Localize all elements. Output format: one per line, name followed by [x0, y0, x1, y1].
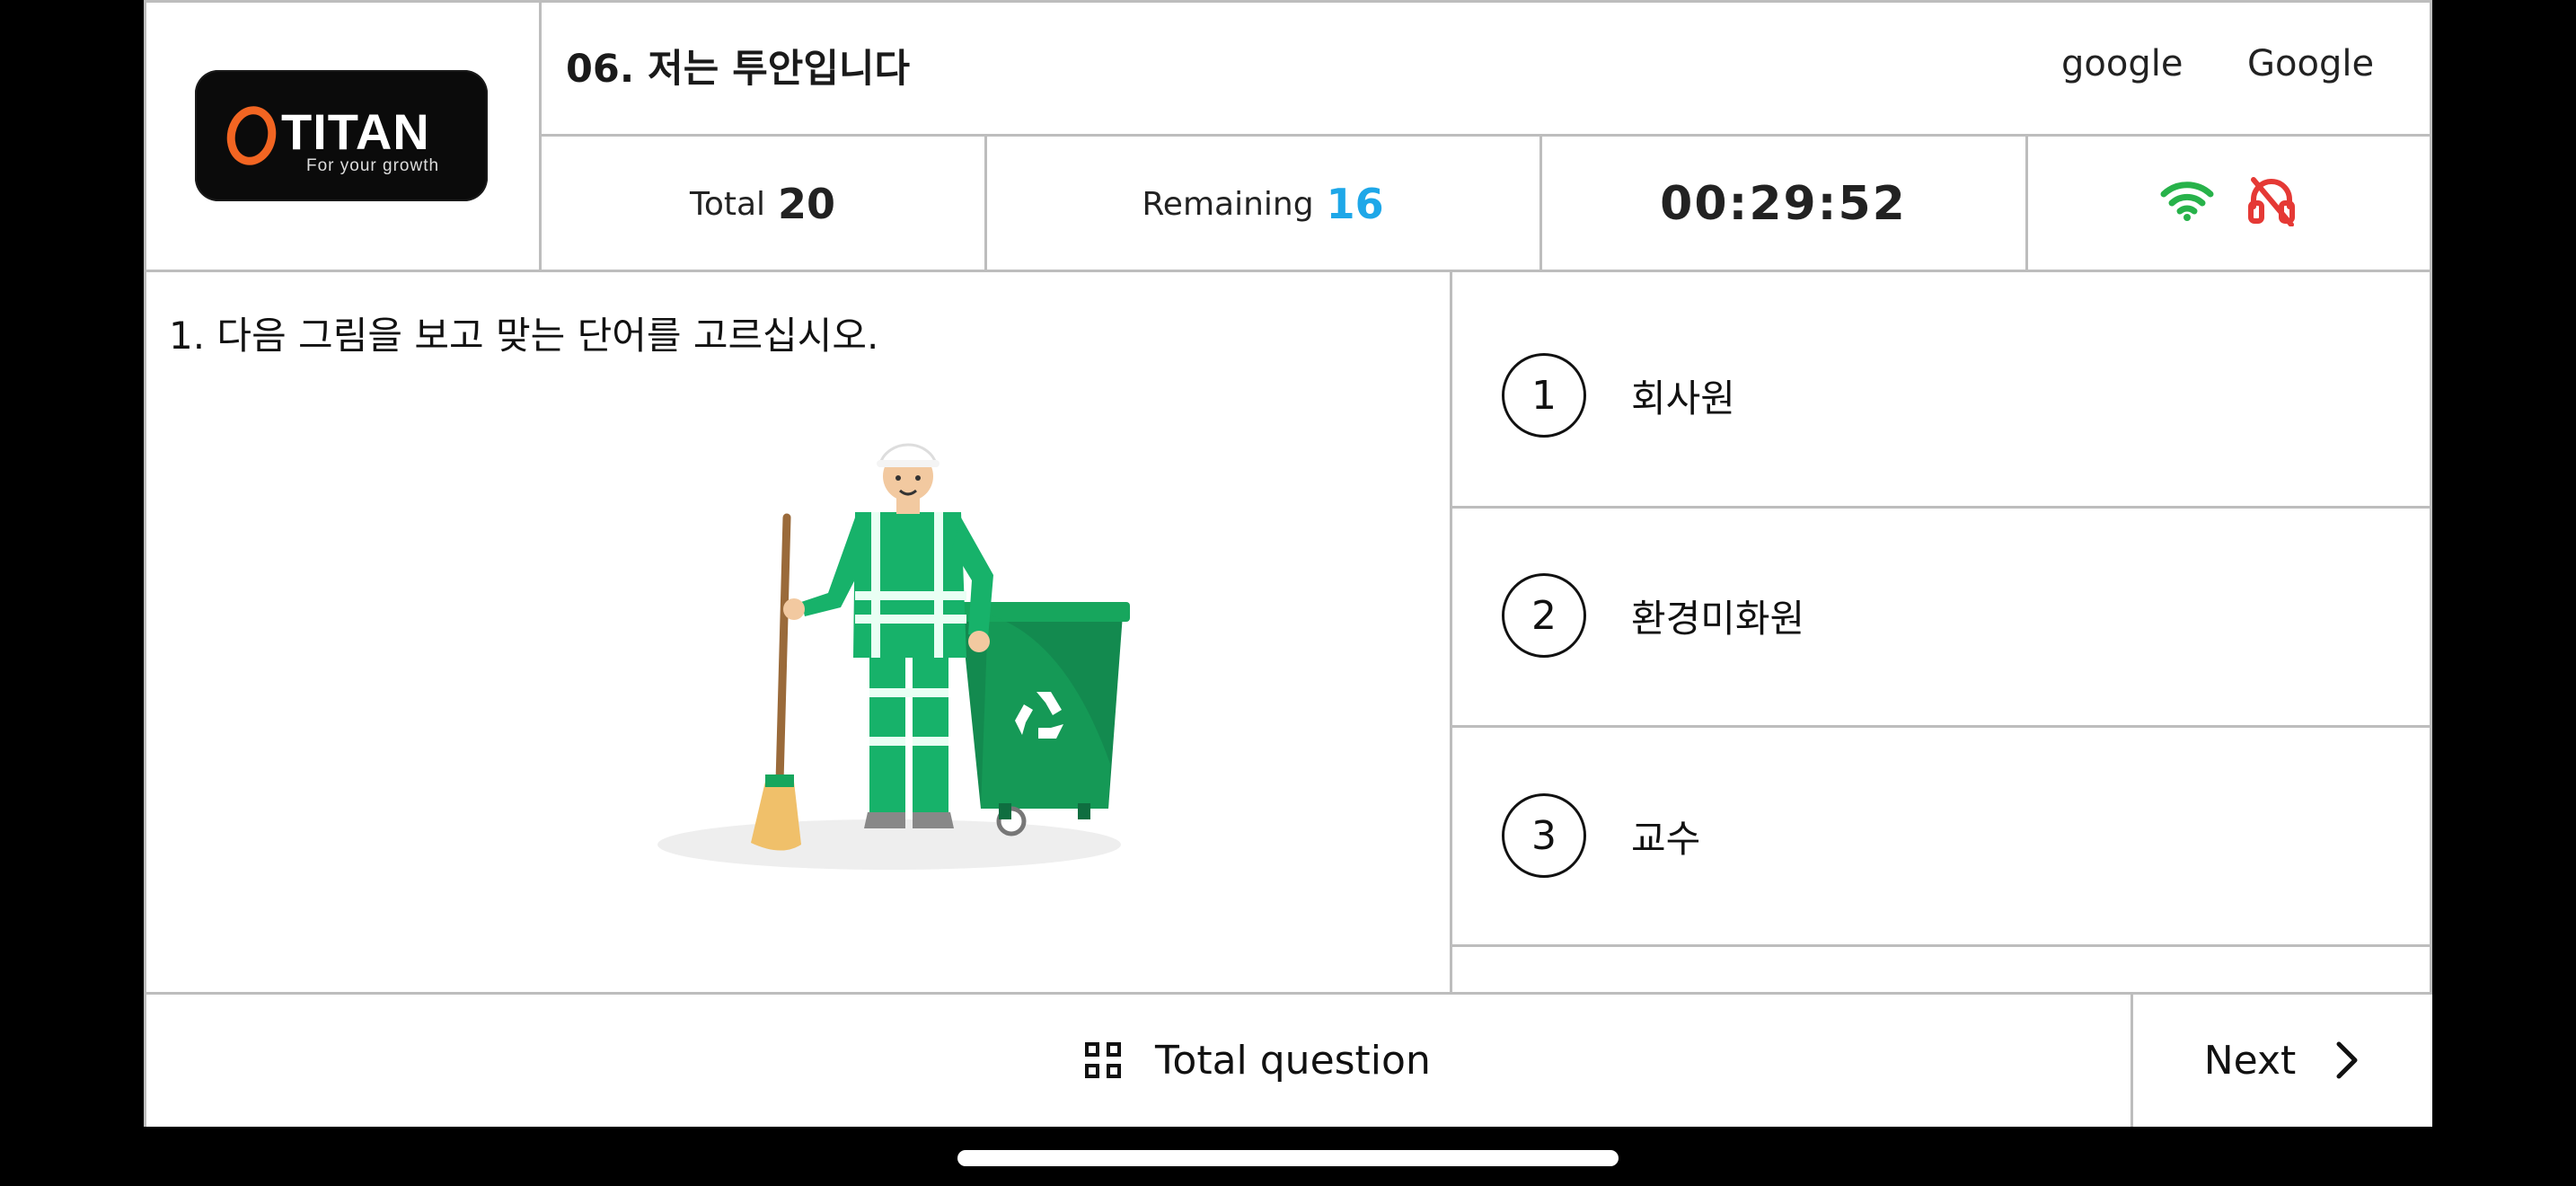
- logo-text: TITAN: [281, 103, 430, 160]
- user-name-lowercase: google: [2061, 43, 2183, 84]
- page-title: 06. 저는 투안입니다: [566, 47, 911, 92]
- logo-tagline: For your growth: [306, 156, 440, 175]
- next-label: Next: [2203, 1037, 2297, 1084]
- user-name: Google: [2247, 43, 2375, 84]
- answer-text: 회사원: [1631, 376, 1735, 420]
- total-label: Total: [689, 185, 766, 223]
- headphones-off-icon: [2246, 174, 2297, 235]
- answer-option-1[interactable]: 1 회사원: [1451, 286, 2432, 505]
- logo-ring-icon: [221, 102, 282, 170]
- logo-cell: TITAN For your growth: [144, 0, 539, 271]
- footer-bar: Total question Next: [144, 994, 2432, 1127]
- answer-number: 1: [1502, 353, 1586, 438]
- answer-option-2[interactable]: 2 환경미화원: [1451, 506, 2432, 725]
- answer-option-3[interactable]: 3 교수: [1451, 726, 2432, 945]
- answer-text: 교수: [1631, 816, 1701, 861]
- remaining-value: 16: [1326, 180, 1384, 228]
- timer-cell: 00:29:52: [1541, 137, 2025, 271]
- total-value: 20: [778, 180, 836, 228]
- total-question-button[interactable]: Total question: [1085, 994, 1431, 1127]
- wifi-icon: [2160, 180, 2214, 229]
- next-button[interactable]: Next: [2130, 994, 2432, 1127]
- quiz-screen: TITAN For your growth 06. 저는 투안입니다 googl…: [144, 0, 2432, 1127]
- remaining-count: Remaining 16: [986, 137, 1539, 271]
- answer-number: 3: [1502, 793, 1586, 878]
- street-cleaner-illustration: [566, 422, 1195, 893]
- question-text: 1. 다음 그림을 보고 맞는 단어를 고르십시오.: [169, 314, 879, 358]
- answer-text: 환경미화원: [1631, 596, 1805, 641]
- chevron-right-icon: [2335, 1040, 2359, 1080]
- titan-logo: TITAN For your growth: [195, 70, 488, 201]
- grid-icon: [1085, 1042, 1121, 1078]
- total-count: Total 20: [541, 137, 984, 271]
- countdown-timer: 00:29:52: [1660, 177, 1907, 231]
- home-indicator[interactable]: [957, 1150, 1619, 1166]
- status-icons: [2027, 137, 2430, 271]
- total-question-label: Total question: [1155, 1037, 1431, 1084]
- remaining-label: Remaining: [1142, 185, 1314, 223]
- answer-number: 2: [1502, 573, 1586, 658]
